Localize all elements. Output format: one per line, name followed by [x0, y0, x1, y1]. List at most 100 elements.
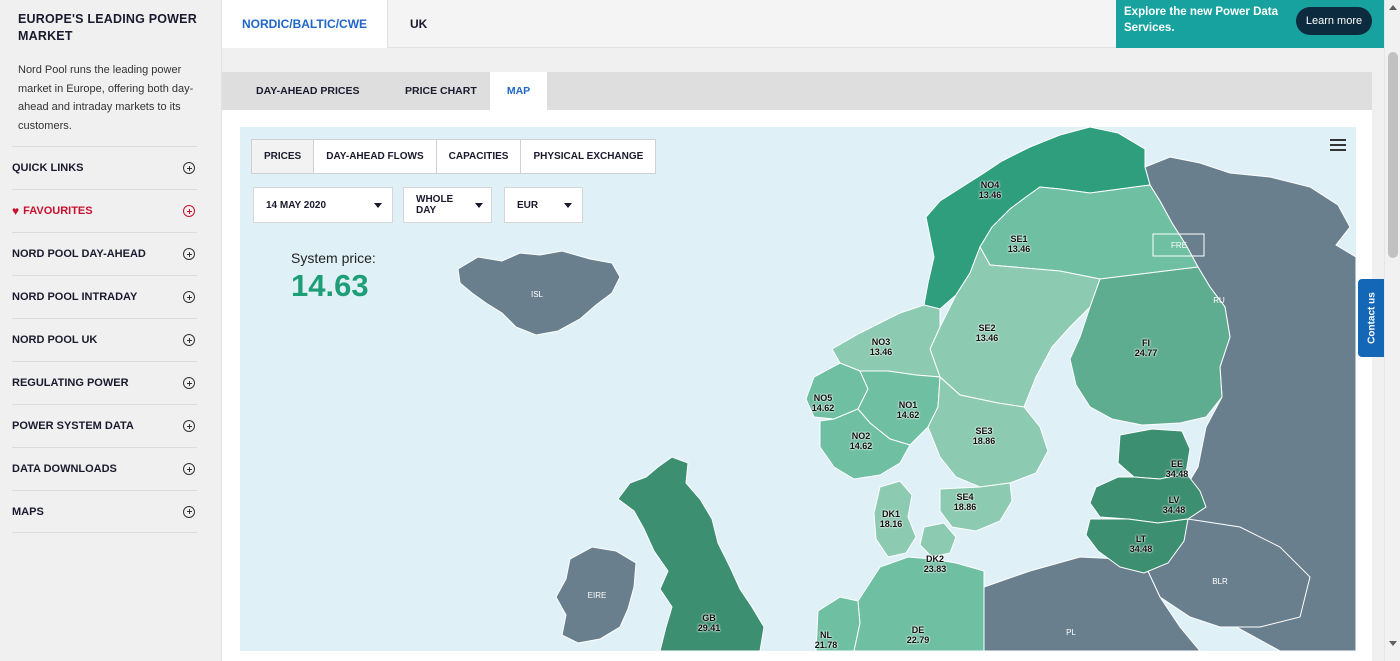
currency-select[interactable]: EUR: [504, 187, 583, 223]
zone-label-no4[interactable]: NO4 13.46: [970, 180, 1010, 200]
zone-code: NO5: [813, 393, 833, 403]
zone-code: LV: [1168, 495, 1180, 505]
region-tab-uk[interactable]: UK: [410, 0, 427, 48]
area-label-blr: BLR: [1212, 577, 1228, 586]
tab-day-ahead-prices[interactable]: DAY-AHEAD PRICES: [256, 72, 359, 110]
expand-plus-icon[interactable]: [183, 377, 195, 389]
zone-label-no5[interactable]: NO5 14.62: [803, 393, 843, 413]
vertical-scrollbar[interactable]: [1384, 0, 1400, 661]
zone-label-se3[interactable]: SE3 18.86: [964, 426, 1004, 446]
tab-prices[interactable]: PRICES: [252, 140, 315, 173]
sidebar-item-label: NORD POOL DAY-AHEAD: [12, 248, 146, 260]
sidebar-item-label: REGULATING POWER: [12, 377, 129, 389]
learn-more-button[interactable]: Learn more: [1296, 7, 1372, 35]
zone-code: EE: [1170, 459, 1183, 469]
expand-plus-icon[interactable]: [183, 334, 195, 346]
expand-plus-icon[interactable]: [183, 505, 195, 518]
zone-label-dk1[interactable]: DK1 18.16: [871, 509, 911, 529]
promo-text: Explore the new Power Data Services.: [1124, 6, 1279, 34]
tab-price-chart[interactable]: PRICE CHART: [405, 72, 477, 110]
hamburger-menu-icon[interactable]: [1330, 139, 1346, 151]
tab-physical-exchange[interactable]: PHYSICAL EXCHANGE: [521, 140, 655, 173]
zone-label-fi[interactable]: FI 24.77: [1126, 338, 1166, 358]
sidebar-title: EUROPE'S LEADING POWER MARKET: [18, 12, 197, 43]
period-select[interactable]: WHOLE DAY: [403, 187, 492, 223]
zone-code: LT: [1135, 534, 1147, 544]
sidebar: EUROPE'S LEADING POWER MARKET Nord Pool …: [0, 0, 222, 661]
area-label-ru: RU: [1213, 296, 1225, 305]
expand-plus-icon[interactable]: [183, 291, 195, 303]
zone-label-lt[interactable]: LT 34.48: [1121, 534, 1161, 554]
zone-label-gb[interactable]: GB 29.41: [689, 613, 729, 633]
zone-label-no1[interactable]: NO1 14.62: [888, 400, 928, 420]
area-label-isl: ISL: [530, 290, 543, 299]
page: EUROPE'S LEADING POWER MARKET Nord Pool …: [0, 0, 1400, 661]
chevron-down-icon: [564, 202, 572, 208]
sidebar-item-data-downloads[interactable]: DATA DOWNLOADS: [12, 447, 197, 490]
sidebar-item-label: NORD POOL UK: [12, 334, 98, 346]
zone-price: 34.48: [1162, 505, 1186, 515]
sidebar-item-label: FAVOURITES: [23, 205, 93, 217]
zone-label-no3[interactable]: NO3 13.46: [861, 337, 901, 357]
map-area-dk2: [919, 522, 957, 558]
zone-price: 13.46: [978, 190, 1002, 200]
expand-plus-icon[interactable]: [183, 248, 195, 260]
zone-price: 13.46: [975, 333, 999, 343]
area-label-fre: FRE: [1171, 241, 1187, 250]
zone-price: 14.62: [896, 410, 920, 420]
date-select[interactable]: 14 MAY 2020: [253, 187, 393, 223]
expand-plus-icon[interactable]: [183, 420, 195, 432]
zone-code: FI: [1142, 338, 1150, 348]
chevron-down-icon: [475, 202, 483, 208]
sidebar-item-power-system-data[interactable]: POWER SYSTEM DATA: [12, 404, 197, 447]
tab-day-ahead-flows[interactable]: DAY-AHEAD FLOWS: [314, 140, 437, 173]
zone-price: 14.62: [849, 441, 873, 451]
sidebar-item-uk[interactable]: NORD POOL UK: [12, 318, 197, 361]
system-price-label: System price:: [291, 250, 376, 266]
period-value: WHOLE DAY: [416, 194, 454, 216]
zone-code: NO4: [980, 180, 1000, 190]
zone-code: NO1: [898, 400, 918, 410]
zone-code: SE1: [1010, 234, 1028, 244]
sidebar-description: Nord Pool runs the leading power market …: [18, 64, 194, 132]
zone-label-dk2[interactable]: DK2 23.83: [915, 554, 955, 574]
zone-label-no2[interactable]: NO2 14.62: [841, 431, 881, 451]
heart-icon: ♥: [12, 204, 20, 218]
sidebar-item-maps[interactable]: MAPS: [12, 490, 197, 533]
zone-price: 21.78: [814, 640, 838, 650]
zone-price: 13.46: [1007, 244, 1031, 254]
sidebar-item-favourites[interactable]: ♥ FAVOURITES: [12, 189, 197, 232]
zone-label-nl[interactable]: NL 21.78: [806, 630, 846, 650]
expand-plus-icon[interactable]: [183, 463, 195, 475]
zone-price: 29.41: [697, 623, 721, 633]
promo-banner: Explore the new Power Data Services. Lea…: [1116, 0, 1384, 48]
zone-label-se2[interactable]: SE2 13.46: [967, 323, 1007, 343]
chevron-down-icon: [374, 202, 382, 208]
scroll-up-arrow-icon[interactable]: [1389, 5, 1397, 10]
zone-code: DK2: [925, 554, 944, 564]
zone-label-de[interactable]: DE 22.79: [898, 625, 938, 645]
zone-code: SE4: [956, 492, 974, 502]
sidebar-item-quick-links[interactable]: QUICK LINKS: [12, 146, 197, 189]
zone-price: 13.46: [869, 347, 893, 357]
zone-label-lv[interactable]: LV 34.48: [1154, 495, 1194, 515]
expand-plus-icon[interactable]: [183, 162, 195, 174]
scroll-down-arrow-icon[interactable]: [1389, 641, 1397, 646]
sidebar-item-label: NORD POOL INTRADAY: [12, 291, 138, 303]
contact-us-label: Contact us: [1366, 292, 1377, 344]
zone-price: 14.62: [811, 403, 835, 413]
zone-code: GB: [702, 613, 716, 623]
scrollbar-thumb[interactable]: [1388, 52, 1398, 258]
expand-plus-icon[interactable]: [183, 205, 195, 217]
sidebar-item-regulating-power[interactable]: REGULATING POWER: [12, 361, 197, 404]
tab-capacities[interactable]: CAPACITIES: [437, 140, 522, 173]
zone-price: 34.48: [1129, 544, 1153, 554]
zone-label-se1[interactable]: SE1 13.46: [999, 234, 1039, 254]
zone-label-ee[interactable]: EE 34.48: [1157, 459, 1197, 479]
tab-map[interactable]: MAP: [490, 72, 547, 110]
region-tab-nordic[interactable]: NORDIC/BALTIC/CWE: [222, 0, 388, 48]
zone-label-se4[interactable]: SE4 18.86: [945, 492, 985, 512]
sidebar-item-day-ahead[interactable]: NORD POOL DAY-AHEAD: [12, 232, 197, 275]
contact-us-button[interactable]: Contact us: [1358, 279, 1385, 357]
sidebar-item-intraday[interactable]: NORD POOL INTRADAY: [12, 275, 197, 318]
